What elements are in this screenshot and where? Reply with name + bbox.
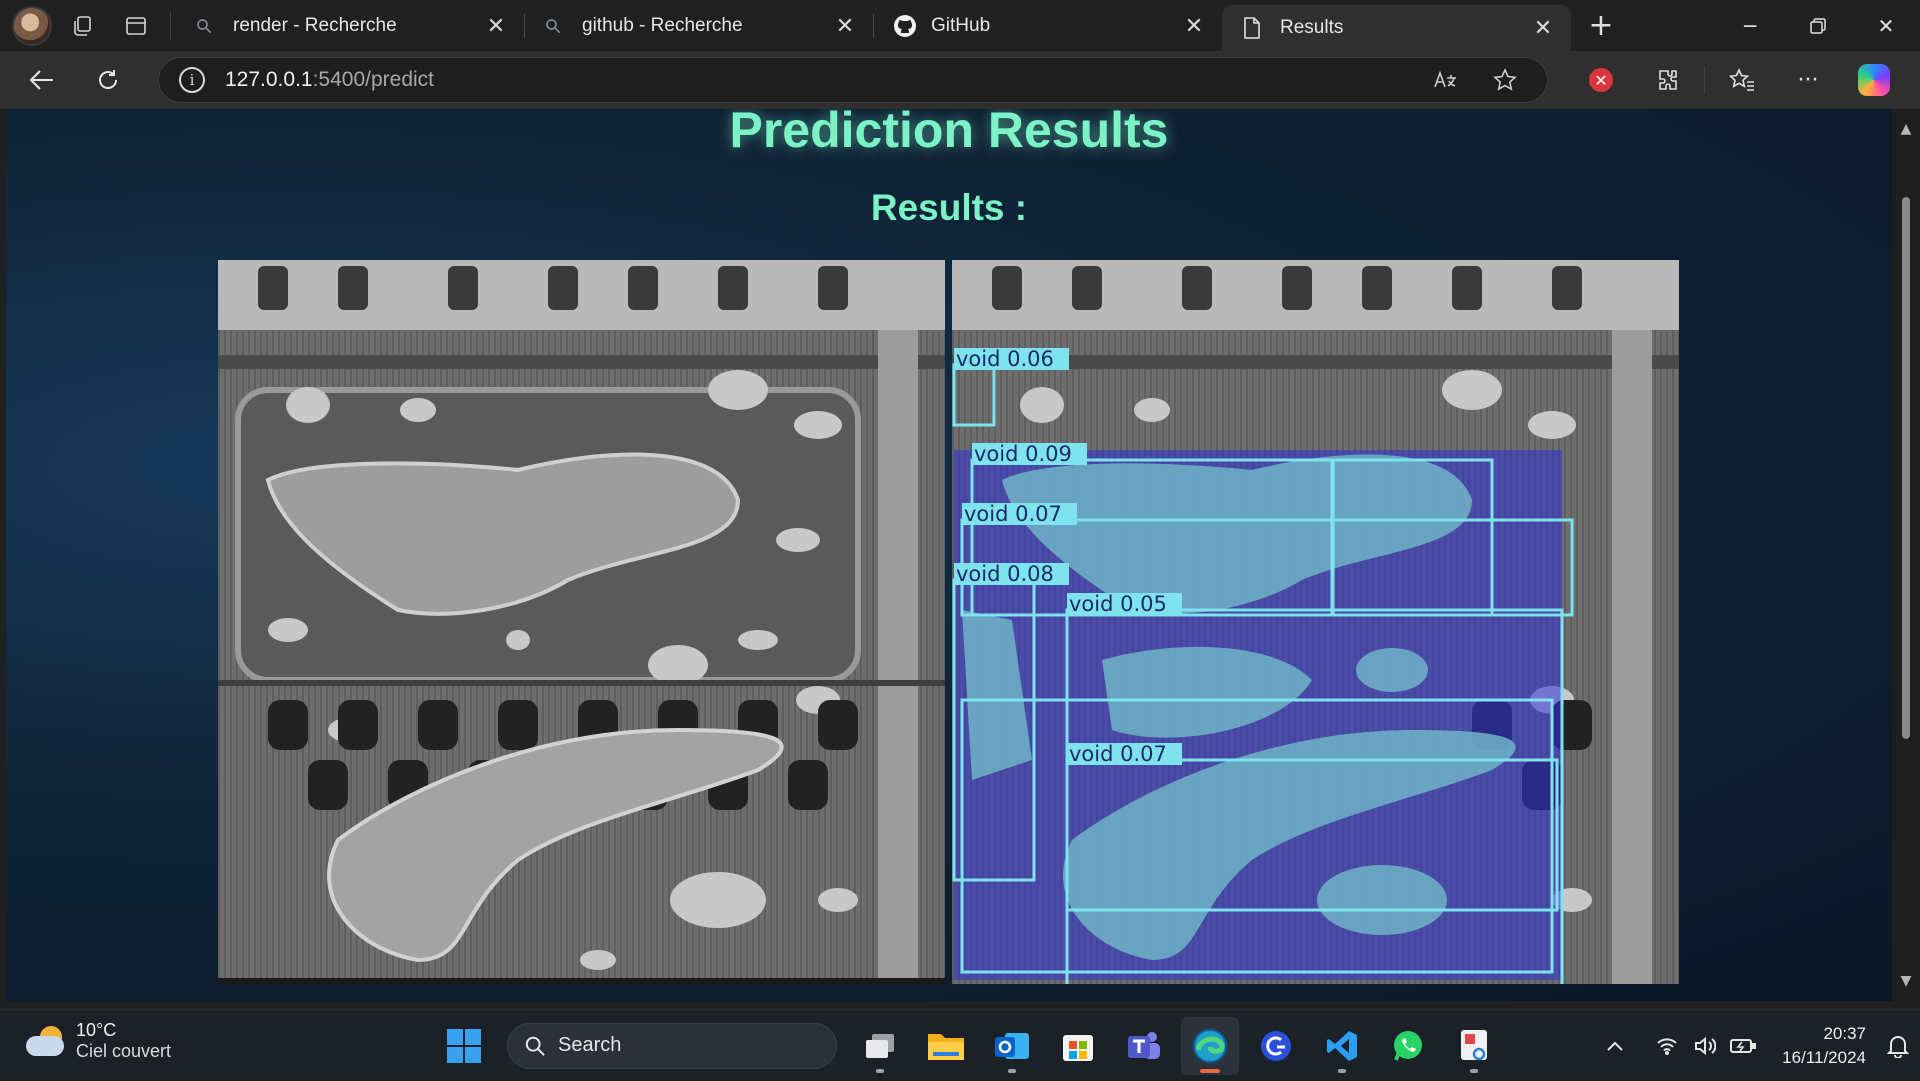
prediction-xray-image: void 0.06 void 0.09 void 0.07 void 0.08 void… (952, 260, 1679, 984)
windows-taskbar: 10°C Ciel couvert Search 20:37 16/11/202… (0, 1009, 1920, 1080)
page-viewport: Prediction Results Results : void 0.06 v… (6, 109, 1892, 1001)
start-button[interactable] (435, 1017, 493, 1075)
close-icon[interactable]: ✕ (831, 13, 859, 39)
notification-bell-icon[interactable] (1876, 1034, 1920, 1058)
minimize-button[interactable]: ─ (1716, 0, 1784, 51)
url-text[interactable]: 127.0.0.1:5400/predict (225, 68, 1415, 92)
toolbar-divider (1704, 66, 1705, 94)
favorite-star-icon[interactable] (1475, 68, 1535, 92)
prediction-drawing: void 0.06 void 0.09 void 0.07 void 0.08 void… (952, 260, 1679, 984)
close-icon[interactable]: ✕ (1529, 15, 1557, 41)
workspaces-icon[interactable] (58, 6, 106, 46)
page-title: Prediction Results (729, 109, 1169, 158)
close-icon[interactable]: ✕ (482, 13, 510, 39)
svg-text:void 0.05: void 0.05 (1069, 592, 1167, 616)
scroll-up-icon[interactable]: ▲ (1892, 115, 1920, 143)
extension-blocked-icon[interactable]: ✕ (1568, 51, 1634, 109)
whatsapp-icon[interactable] (1379, 1017, 1437, 1075)
original-xray-image (218, 260, 945, 984)
page-scrollbar[interactable]: ▲ ▼ (1892, 109, 1920, 1001)
wifi-icon[interactable] (1648, 1037, 1686, 1055)
svg-text:void 0.09: void 0.09 (974, 442, 1072, 466)
battery-icon[interactable] (1724, 1038, 1762, 1054)
tab-divider (170, 11, 171, 40)
tab-github-recherche[interactable]: github - Recherche ✕ (524, 0, 873, 51)
file-explorer-icon[interactable] (917, 1017, 975, 1075)
read-aloud-icon[interactable] (1415, 69, 1475, 91)
github-icon (893, 14, 917, 38)
close-icon[interactable]: ✕ (1180, 13, 1208, 39)
svg-text:void 0.08: void 0.08 (956, 562, 1054, 586)
tab-label: render - Recherche (233, 14, 397, 36)
favorites-icon[interactable] (1709, 51, 1775, 109)
tab-results[interactable]: Results ✕ (1222, 5, 1571, 51)
extensions-icon[interactable] (1634, 51, 1700, 109)
detection-label: void 0.09 (972, 442, 1087, 466)
teams-icon[interactable] (1115, 1017, 1173, 1075)
new-tab-button[interactable]: + (1571, 0, 1631, 51)
browser-toolbar: i 127.0.0.1:5400/predict ✕ ··· (0, 51, 1920, 109)
svg-text:void 0.06: void 0.06 (956, 347, 1054, 371)
back-button[interactable] (9, 51, 75, 109)
clock-time: 20:37 (1823, 1023, 1866, 1043)
search-icon (195, 17, 219, 35)
copilot-icon[interactable] (1841, 51, 1907, 109)
weather-temperature: 10°C (76, 1020, 117, 1040)
scrollbar-thumb[interactable] (1902, 197, 1910, 739)
svg-text:void 0.07: void 0.07 (964, 502, 1062, 526)
volume-icon[interactable] (1686, 1036, 1724, 1056)
detection-label: void 0.08 (954, 562, 1069, 586)
search-icon (544, 17, 568, 35)
vscode-icon[interactable] (1313, 1017, 1371, 1075)
microsoft-store-icon[interactable] (1049, 1017, 1107, 1075)
outlook-icon[interactable] (983, 1017, 1041, 1075)
tab-github[interactable]: GitHub ✕ (873, 0, 1222, 51)
page-icon (1242, 17, 1266, 39)
scroll-down-icon[interactable]: ▼ (1892, 967, 1920, 995)
refresh-button[interactable] (75, 51, 141, 109)
tab-label: GitHub (931, 14, 991, 36)
weather-widget[interactable]: 10°C Ciel couvert (26, 1020, 171, 1062)
close-window-button[interactable]: ✕ (1852, 0, 1920, 51)
cloud-icon (26, 1026, 66, 1056)
search-label: Search (558, 1034, 622, 1056)
grammar-app-icon[interactable] (1247, 1017, 1305, 1075)
address-bar[interactable]: i 127.0.0.1:5400/predict (158, 57, 1548, 103)
site-info-icon[interactable]: i (179, 67, 205, 93)
search-icon (525, 1036, 545, 1056)
detection-label: void 0.07 (962, 502, 1077, 526)
weather-description: Ciel couvert (76, 1041, 172, 1061)
snipping-tool-icon[interactable] (1445, 1017, 1503, 1075)
browser-tab-strip: render - Recherche ✕ github - Recherche … (0, 0, 1920, 51)
detection-label: void 0.06 (954, 347, 1069, 371)
detection-label: void 0.05 (1067, 592, 1182, 616)
xray-drawing (218, 260, 945, 984)
svg-text:void 0.07: void 0.07 (1069, 742, 1167, 766)
taskbar-search[interactable]: Search (507, 1022, 837, 1069)
tab-actions-icon[interactable] (112, 6, 160, 46)
results-heading: Results : (870, 187, 1028, 228)
clock-date: 16/11/2024 (1782, 1047, 1866, 1067)
profile-avatar[interactable] (12, 5, 52, 46)
detection-label: void 0.07 (1067, 742, 1182, 766)
restore-button[interactable] (1784, 0, 1852, 51)
edge-icon[interactable] (1181, 1016, 1239, 1075)
chevron-up-icon[interactable] (1596, 1040, 1634, 1052)
tab-render-recherche[interactable]: render - Recherche ✕ (175, 0, 524, 51)
system-clock[interactable]: 20:37 16/11/2024 (1782, 1022, 1866, 1070)
task-view-icon[interactable] (851, 1017, 909, 1075)
tab-label: github - Recherche (582, 14, 743, 36)
tab-label: Results (1280, 17, 1344, 38)
more-menu-icon[interactable]: ··· (1775, 51, 1841, 109)
